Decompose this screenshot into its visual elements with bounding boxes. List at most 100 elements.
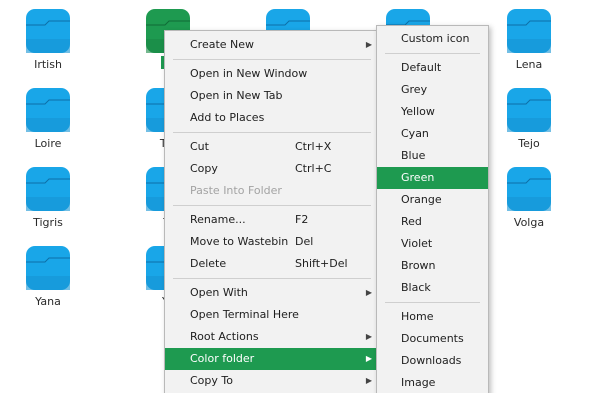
submenu-arrow-icon: ▶	[365, 354, 372, 363]
submenu-arrow-icon: ▶	[365, 332, 372, 341]
shortcut-label: Del	[295, 235, 314, 248]
submenu-item-place-downloads[interactable]: Downloads	[377, 350, 488, 372]
submenu-item-color-violet[interactable]: Violet	[377, 233, 488, 255]
menu-item-label: Paste Into Folder	[190, 184, 282, 197]
submenu-item-color-grey[interactable]: Grey	[377, 79, 488, 101]
submenu-item-color-green[interactable]: Green	[377, 167, 488, 189]
menu-item-root-actions[interactable]: Root Actions ▶	[165, 326, 379, 348]
menu-item-label: Open in New Tab	[190, 89, 283, 102]
menu-separator	[173, 132, 371, 133]
menu-item-label: Cut	[190, 140, 209, 153]
submenu-arrow-icon: ▶	[365, 288, 372, 297]
submenu-item-color-red[interactable]: Red	[377, 211, 488, 233]
folder-icon-item[interactable]: Loire	[16, 87, 80, 150]
folder-icon-item[interactable]: Yana	[16, 245, 80, 308]
menu-item-label: Open in New Window	[190, 67, 308, 80]
folder-icon	[25, 245, 71, 291]
context-menu: Create New ▶ Open in New Window Open in N…	[164, 30, 380, 393]
submenu-item-color-blue[interactable]: Blue	[377, 145, 488, 167]
menu-separator	[385, 302, 480, 303]
menu-item-delete[interactable]: Delete Shift+Del	[165, 253, 379, 275]
menu-item-label: Color folder	[190, 352, 255, 365]
menu-item-label: Green	[401, 171, 435, 184]
shortcut-label: Shift+Del	[295, 257, 348, 270]
menu-item-label: Yellow	[401, 105, 435, 118]
folder-label: Volga	[513, 216, 545, 229]
menu-separator	[173, 278, 371, 279]
submenu-item-place-home[interactable]: Home	[377, 306, 488, 328]
menu-item-color-folder[interactable]: Color folder ▶	[165, 348, 379, 370]
shortcut-label: Ctrl+C	[295, 162, 332, 175]
menu-item-label: Root Actions	[190, 330, 259, 343]
color-folder-submenu: Custom icon Default Grey Yellow Cyan Blu…	[376, 25, 489, 393]
menu-separator	[385, 53, 480, 54]
submenu-item-custom-icon[interactable]: Custom icon	[377, 28, 488, 50]
menu-item-label: Open Terminal Here	[190, 308, 299, 321]
menu-item-label: Create New	[190, 38, 255, 51]
menu-item-label: Rename...	[190, 213, 246, 226]
folder-icon	[25, 87, 71, 133]
folder-icon-item[interactable]: Irtish	[16, 8, 80, 71]
menu-item-add-to-places[interactable]: Add to Places	[165, 107, 379, 129]
folder-icon-item[interactable]: Tigris	[16, 166, 80, 229]
submenu-item-place-documents[interactable]: Documents	[377, 328, 488, 350]
menu-item-label: Documents	[401, 332, 464, 345]
menu-item-label: Copy	[190, 162, 218, 175]
menu-item-create-new[interactable]: Create New ▶	[165, 34, 379, 56]
folder-icon-item[interactable]: Volga	[497, 166, 561, 229]
shortcut-label: Ctrl+X	[295, 140, 332, 153]
menu-item-open-new-tab[interactable]: Open in New Tab	[165, 85, 379, 107]
menu-item-cut[interactable]: Cut Ctrl+X	[165, 136, 379, 158]
submenu-item-color-cyan[interactable]: Cyan	[377, 123, 488, 145]
submenu-item-color-brown[interactable]: Brown	[377, 255, 488, 277]
menu-item-label: Brown	[401, 259, 436, 272]
folder-label: Lena	[515, 58, 543, 71]
submenu-arrow-icon: ▶	[365, 40, 372, 49]
menu-item-label: Orange	[401, 193, 442, 206]
menu-item-copy-to[interactable]: Copy To ▶	[165, 370, 379, 392]
menu-item-open-terminal[interactable]: Open Terminal Here	[165, 304, 379, 326]
menu-separator	[173, 205, 371, 206]
shortcut-label: F2	[295, 213, 309, 226]
submenu-item-color-black[interactable]: Black	[377, 277, 488, 299]
menu-item-label: Cyan	[401, 127, 429, 140]
folder-icon	[25, 8, 71, 54]
menu-item-copy[interactable]: Copy Ctrl+C	[165, 158, 379, 180]
folder-icon	[506, 8, 552, 54]
menu-item-label: Copy To	[190, 374, 233, 387]
menu-item-label: Blue	[401, 149, 426, 162]
folder-icon	[506, 87, 552, 133]
folder-label: Loire	[34, 137, 62, 150]
menu-item-label: Open With	[190, 286, 248, 299]
menu-item-label: Red	[401, 215, 422, 228]
submenu-item-place-image[interactable]: Image	[377, 372, 488, 393]
menu-separator	[173, 59, 371, 60]
folder-icon-item[interactable]: Lena	[497, 8, 561, 71]
folder-icon	[25, 166, 71, 212]
menu-item-label: Grey	[401, 83, 428, 96]
menu-item-label: Move to Wastebin	[190, 235, 289, 248]
submenu-arrow-icon: ▶	[365, 376, 372, 385]
menu-item-label: Default	[401, 61, 442, 74]
menu-item-label: Image	[401, 376, 436, 389]
folder-label: Tigris	[33, 216, 63, 229]
menu-item-label: Delete	[190, 257, 227, 270]
submenu-item-color-orange[interactable]: Orange	[377, 189, 488, 211]
submenu-item-color-default[interactable]: Default	[377, 57, 488, 79]
menu-item-label: Black	[401, 281, 431, 294]
menu-item-label: Downloads	[401, 354, 462, 367]
menu-item-open-new-window[interactable]: Open in New Window	[165, 63, 379, 85]
menu-item-move-to-wastebin[interactable]: Move to Wastebin Del	[165, 231, 379, 253]
menu-item-paste-into-folder: Paste Into Folder	[165, 180, 379, 202]
menu-item-label: Home	[401, 310, 434, 323]
folder-label: Yana	[35, 295, 61, 308]
menu-item-label: Violet	[401, 237, 433, 250]
folder-label: Tejo	[518, 137, 540, 150]
folder-icon	[506, 166, 552, 212]
submenu-item-color-yellow[interactable]: Yellow	[377, 101, 488, 123]
menu-item-label: Add to Places	[190, 111, 265, 124]
folder-icon-item[interactable]: Tejo	[497, 87, 561, 150]
menu-item-rename[interactable]: Rename... F2	[165, 209, 379, 231]
menu-item-open-with[interactable]: Open With ▶	[165, 282, 379, 304]
folder-label: Irtish	[34, 58, 62, 71]
